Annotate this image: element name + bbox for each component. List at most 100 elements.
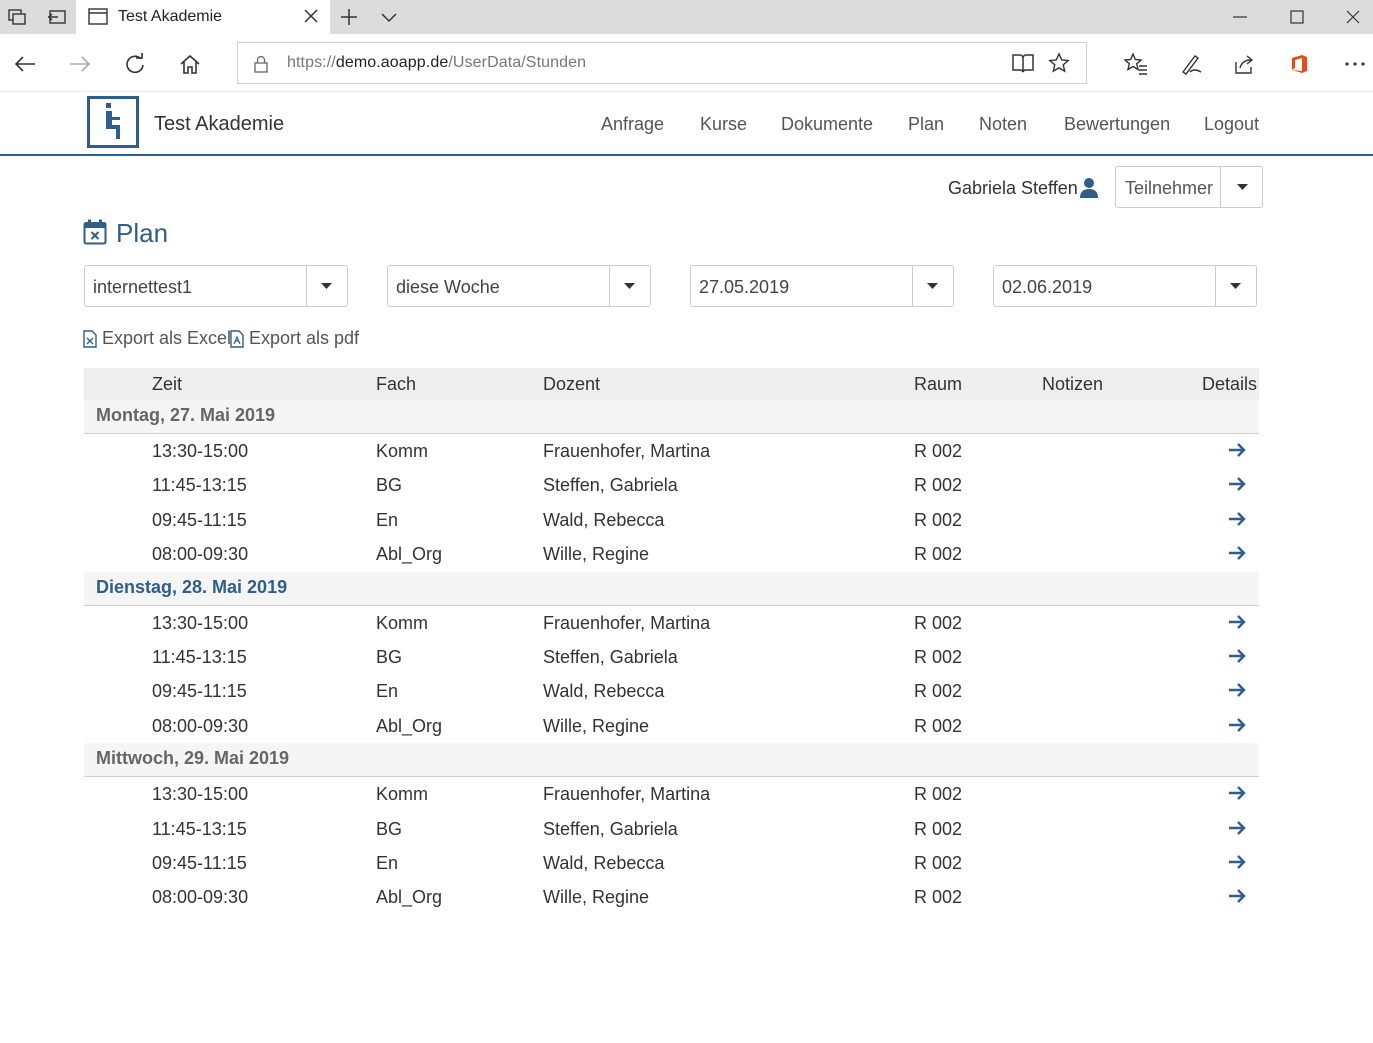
cell-raum: R 002: [914, 544, 963, 565]
nav-noten[interactable]: Noten: [979, 114, 1027, 135]
table-row[interactable]: 08:00-09:30 Abl_Org Wille, Regine R 002: [84, 880, 1259, 914]
date-to-picker[interactable]: 02.06.2019: [993, 265, 1257, 307]
cell-raum: R 002: [914, 509, 963, 530]
table-row[interactable]: 13:30-15:00 Komm Frauenhofer, Martina R …: [84, 434, 1259, 468]
header-details[interactable]: Details: [1202, 374, 1257, 395]
office-icon[interactable]: [1282, 46, 1318, 82]
details-arrow-icon[interactable]: [1228, 682, 1246, 698]
nav-plan[interactable]: Plan: [908, 114, 944, 135]
excel-file-icon: [83, 329, 97, 348]
role-select[interactable]: Teilnehmer: [1115, 166, 1263, 208]
url-prefix: https://: [287, 54, 336, 71]
new-tab-icon[interactable]: [332, 0, 366, 34]
caret-down-icon[interactable]: [1237, 184, 1248, 190]
web-note-pen-icon[interactable]: [1173, 46, 1209, 82]
cell-dozent: Steffen, Gabriela: [543, 475, 678, 496]
page-title: Plan: [116, 218, 169, 248]
calendar-icon: [83, 219, 107, 245]
export-excel-link[interactable]: Export als Excel: [83, 328, 231, 349]
cell-raum: R 002: [914, 646, 963, 667]
window-close-icon[interactable]: [1325, 0, 1373, 34]
page-icon: [88, 8, 108, 25]
nav-bewertungen[interactable]: Bewertungen: [1064, 114, 1170, 135]
group-select[interactable]: internettest1: [84, 265, 348, 307]
cell-dozent: Wald, Rebecca: [543, 681, 665, 702]
chevron-down-icon[interactable]: [372, 0, 406, 34]
favorites-hub-icon[interactable]: [1118, 46, 1154, 82]
logo-icon[interactable]: [87, 96, 139, 148]
period-select[interactable]: diese Woche: [387, 265, 651, 307]
table-row[interactable]: 11:45-13:15 BG Steffen, Gabriela R 002: [84, 640, 1259, 674]
reading-view-icon[interactable]: [1012, 53, 1034, 73]
export-excel-label: Export als Excel: [102, 328, 232, 348]
details-arrow-icon[interactable]: [1228, 854, 1246, 870]
url-field[interactable]: https://demo.aoapp.de/UserData/Stunden: [237, 42, 1087, 84]
details-arrow-icon[interactable]: [1228, 820, 1246, 836]
details-arrow-icon[interactable]: [1228, 442, 1246, 458]
table-row[interactable]: 08:00-09:30 Abl_Org Wille, Regine R 002: [84, 709, 1259, 743]
header-raum[interactable]: Raum: [914, 374, 962, 395]
table-row[interactable]: 09:45-11:15 En Wald, Rebecca R 002: [84, 674, 1259, 708]
schedule-table: Zeit Fach Dozent Raum Notizen Details Mo…: [84, 368, 1259, 915]
header-fach[interactable]: Fach: [376, 374, 416, 395]
table-row[interactable]: 08:00-09:30 Abl_Org Wille, Regine R 002: [84, 537, 1259, 571]
header-dozent[interactable]: Dozent: [543, 374, 600, 395]
nav-anfrage[interactable]: Anfrage: [601, 114, 664, 135]
details-arrow-icon[interactable]: [1228, 476, 1246, 492]
details-arrow-icon[interactable]: [1228, 648, 1246, 664]
date-from-picker[interactable]: 27.05.2019: [690, 265, 954, 307]
set-tabs-aside-icon[interactable]: [40, 0, 74, 34]
cell-dozent: Wille, Regine: [543, 544, 650, 565]
cell-dozent: Wille, Regine: [543, 715, 650, 736]
details-arrow-icon[interactable]: [1228, 511, 1246, 527]
browser-tab[interactable]: Test Akademie: [76, 0, 330, 34]
header-zeit[interactable]: Zeit: [152, 374, 182, 395]
details-arrow-icon[interactable]: [1228, 614, 1246, 630]
details-arrow-icon[interactable]: [1228, 545, 1246, 561]
home-icon[interactable]: [172, 46, 208, 82]
table-row[interactable]: 11:45-13:15 BG Steffen, Gabriela R 002: [84, 812, 1259, 846]
minimize-icon[interactable]: [1212, 0, 1268, 34]
favorite-star-icon[interactable]: [1048, 52, 1070, 74]
brand-name[interactable]: Test Akademie: [154, 113, 284, 136]
details-arrow-icon[interactable]: [1228, 785, 1246, 801]
group-value: internettest1: [93, 277, 193, 297]
caret-down-icon[interactable]: [624, 283, 635, 289]
share-icon[interactable]: [1227, 46, 1263, 82]
table-row[interactable]: 11:45-13:15 BG Steffen, Gabriela R 002: [84, 468, 1259, 502]
more-options-icon[interactable]: [1337, 46, 1373, 82]
caret-down-icon[interactable]: [927, 283, 938, 289]
maximize-icon[interactable]: [1269, 0, 1325, 34]
cell-raum: R 002: [914, 475, 963, 496]
header-notizen[interactable]: Notizen: [1042, 374, 1103, 395]
caret-down-icon[interactable]: [1230, 283, 1241, 289]
close-tab-icon[interactable]: [302, 7, 320, 25]
cell-raum: R 002: [914, 612, 963, 633]
cell-zeit: 08:00-09:30: [152, 887, 249, 908]
details-arrow-icon[interactable]: [1228, 717, 1246, 733]
back-icon[interactable]: [7, 46, 43, 82]
table-row[interactable]: 09:45-11:15 En Wald, Rebecca R 002: [84, 846, 1259, 880]
day-group-header: Montag, 27. Mai 2019: [84, 400, 1259, 434]
cell-zeit: 09:45-11:15: [152, 852, 247, 873]
cell-zeit: 09:45-11:15: [152, 681, 247, 702]
nav-kurse[interactable]: Kurse: [700, 114, 747, 135]
caret-down-icon[interactable]: [321, 283, 332, 289]
table-row[interactable]: 09:45-11:15 En Wald, Rebecca R 002: [84, 503, 1259, 537]
nav-dokumente[interactable]: Dokumente: [781, 114, 873, 135]
tab-sets-icon[interactable]: [0, 0, 34, 34]
user-name: Gabriela Steffen: [948, 178, 1078, 198]
cell-zeit: 13:30-15:00: [152, 784, 249, 805]
refresh-icon[interactable]: [117, 46, 153, 82]
forward-icon[interactable]: [62, 46, 98, 82]
pdf-file-icon: [230, 329, 244, 348]
cell-zeit: 11:45-13:15: [152, 646, 247, 667]
cell-raum: R 002: [914, 784, 963, 805]
nav-logout[interactable]: Logout: [1204, 114, 1259, 135]
details-arrow-icon[interactable]: [1228, 888, 1246, 904]
table-row[interactable]: 13:30-15:00 Komm Frauenhofer, Martina R …: [84, 606, 1259, 640]
day-group-header: Dienstag, 28. Mai 2019: [84, 571, 1259, 606]
export-pdf-link[interactable]: Export als pdf: [230, 328, 359, 349]
table-row[interactable]: 13:30-15:00 Komm Frauenhofer, Martina R …: [84, 777, 1259, 811]
site-header: Test Akademie Anfrage Kurse Dokumente Pl…: [0, 92, 1373, 156]
